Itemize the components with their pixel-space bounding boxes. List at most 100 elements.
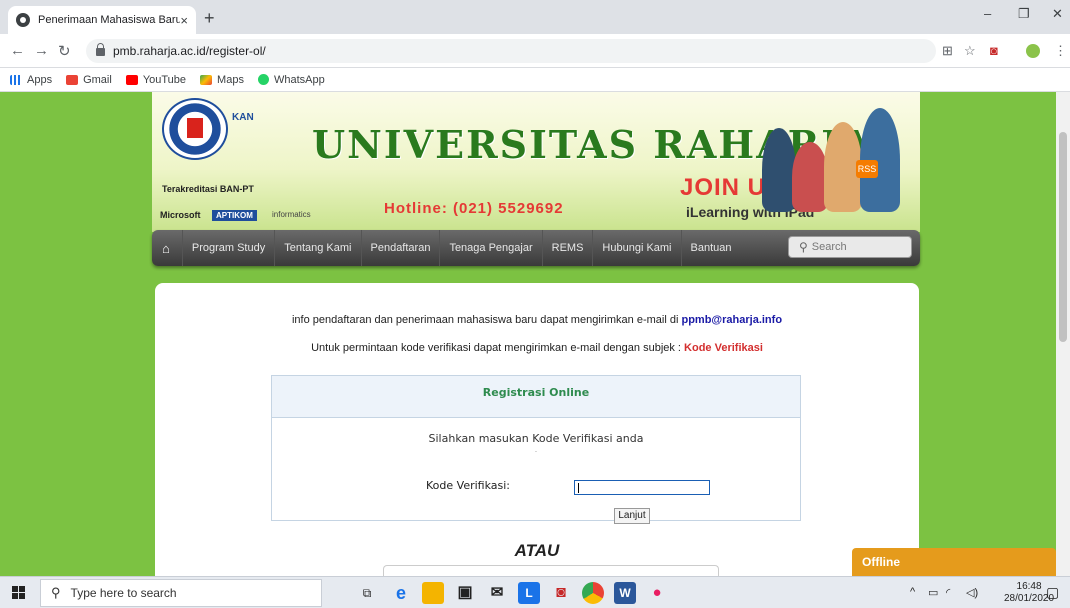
profile-avatar[interactable] xyxy=(1026,44,1040,58)
star-icon[interactable]: ☆ xyxy=(964,43,976,59)
battery-icon[interactable]: ▭ xyxy=(928,586,938,599)
scrollbar-thumb[interactable] xyxy=(1059,132,1067,342)
browser-tab[interactable]: Penerimaan Mahasiswa Baru × xyxy=(8,6,196,34)
verification-subject: Kode Verifikasi xyxy=(684,342,763,354)
aptikom-logo: APTIKOM xyxy=(212,210,257,221)
verification-code-label: Kode Verifikasi: xyxy=(426,479,510,492)
notification-icon[interactable]: ▢ xyxy=(1046,584,1059,601)
taskbar-search-placeholder: Type here to search xyxy=(70,586,177,600)
maps-pin-icon[interactable]: ● xyxy=(646,582,668,604)
nav-hubungi-kami[interactable]: Hubungi Kami xyxy=(592,230,680,266)
rss-icon[interactable]: RSS xyxy=(856,160,878,178)
address-toolbar: ← → ↻ pmb.raharja.ac.id/register-ol/ ⊞ ☆… xyxy=(0,34,1070,68)
forward-icon[interactable]: → xyxy=(34,42,49,59)
accreditation-badges: KAN xyxy=(232,112,254,123)
informatics-logo: informatics xyxy=(272,210,311,219)
url-text: pmb.raharja.ac.id/register-ol/ xyxy=(113,44,266,58)
browser-tab-bar: Penerimaan Mahasiswa Baru × + – ❐ ✕ xyxy=(0,0,1070,34)
file-explorer-icon[interactable] xyxy=(422,582,444,604)
bookmark-label: Apps xyxy=(27,73,53,86)
verification-info-text: Untuk permintaan kode verifikasi dapat m… xyxy=(155,342,919,354)
nav-pendaftaran[interactable]: Pendaftaran xyxy=(360,230,440,266)
pocket-icon[interactable]: ◙ xyxy=(550,582,572,604)
windows-start-icon[interactable] xyxy=(12,586,26,600)
tab-close-icon[interactable]: × xyxy=(180,13,188,28)
site-search-input[interactable]: ⚲ Search xyxy=(788,236,912,258)
windows-taskbar: ⚲ Type here to search ⧉ e ▣ ✉ L ◙ W ● ^ … xyxy=(0,576,1070,608)
network-icon[interactable]: ◜ xyxy=(946,586,950,599)
pocket-extension-icon[interactable]: ◙ xyxy=(990,43,998,58)
minimize-button[interactable]: – xyxy=(984,6,991,21)
tab-title: Penerimaan Mahasiswa Baru xyxy=(38,14,181,26)
globe-icon xyxy=(16,13,30,27)
main-content-card: info pendaftaran dan penerimaan mahasisw… xyxy=(155,283,919,576)
nav-bantuan[interactable]: Bantuan xyxy=(680,230,741,266)
bookmark-gmail[interactable]: Gmail xyxy=(66,74,112,86)
address-bar[interactable]: pmb.raharja.ac.id/register-ol/ xyxy=(86,39,936,63)
page-viewport: KAN Terakreditasi BAN-PT Microsoft APTIK… xyxy=(0,92,1070,576)
apps-grid-icon xyxy=(10,74,22,85)
close-window-button[interactable]: ✕ xyxy=(1052,6,1063,22)
search-placeholder: Search xyxy=(811,241,847,253)
registration-instruction: Silahkan masukan Kode Verifikasi anda xyxy=(428,432,644,445)
alternative-box xyxy=(383,565,719,576)
back-icon[interactable]: ← xyxy=(10,42,25,59)
page-scrollbar[interactable] xyxy=(1056,92,1070,576)
new-tab-button[interactable]: + xyxy=(204,8,215,29)
bookmark-label: Maps xyxy=(217,73,244,86)
task-view-icon[interactable]: ⧉ xyxy=(356,582,378,604)
university-logo[interactable] xyxy=(162,98,228,160)
bookmark-youtube[interactable]: YouTube xyxy=(125,73,187,86)
verification-info-label: Untuk permintaan kode verifikasi dapat m… xyxy=(311,342,685,354)
bookmark-label: Gmail xyxy=(83,73,112,86)
store-icon[interactable]: ▣ xyxy=(454,582,476,604)
mail-icon[interactable]: ✉ xyxy=(486,582,508,604)
registration-title: Registrasi Online xyxy=(272,376,800,418)
taskbar-search-input[interactable]: ⚲ Type here to search xyxy=(40,579,322,607)
youtube-icon xyxy=(125,74,138,85)
bookmark-whatsapp[interactable]: WhatsApp xyxy=(257,73,325,86)
nav-program-study[interactable]: Program Study xyxy=(181,230,274,266)
word-icon[interactable]: W xyxy=(614,582,636,604)
nav-tentang-kami[interactable]: Tentang Kami xyxy=(274,230,360,266)
app-l-icon[interactable]: L xyxy=(518,582,540,604)
menu-kebab-icon[interactable]: ⋮ xyxy=(1054,43,1067,59)
volume-icon[interactable]: ◁) xyxy=(966,586,978,599)
email-info-label: info pendaftaran dan penerimaan mahasisw… xyxy=(291,314,682,326)
or-divider: ATAU xyxy=(514,541,560,560)
search-icon: ⚲ xyxy=(51,585,61,600)
accreditation-text: Terakreditasi BAN-PT xyxy=(162,184,254,194)
maps-icon xyxy=(200,74,213,85)
registration-dot: . xyxy=(534,445,538,454)
bookmark-apps[interactable]: Apps xyxy=(10,74,52,86)
verification-code-input[interactable] xyxy=(574,480,710,495)
whatsapp-icon xyxy=(257,74,269,85)
chrome-icon[interactable] xyxy=(582,582,604,604)
lock-icon xyxy=(96,43,105,56)
bookmark-maps[interactable]: Maps xyxy=(200,74,244,86)
bookmarks-bar: Apps Gmail YouTube Maps WhatsApp xyxy=(0,68,1070,92)
bookmark-label: WhatsApp xyxy=(273,73,325,86)
microsoft-logo: Microsoft xyxy=(160,210,201,220)
chevron-up-icon[interactable]: ^ xyxy=(910,586,915,598)
site-banner: KAN Terakreditasi BAN-PT Microsoft APTIK… xyxy=(152,92,920,232)
chat-widget[interactable]: Offline xyxy=(852,548,1056,576)
lanjut-button[interactable]: Lanjut xyxy=(614,508,650,524)
students-photo xyxy=(762,100,912,212)
search-icon: ⚲ xyxy=(799,240,808,254)
chat-status: Offline xyxy=(862,555,900,569)
bookmark-label: YouTube xyxy=(142,73,187,86)
email-info-text: info pendaftaran dan penerimaan mahasisw… xyxy=(155,314,919,326)
main-nav: ⌂ Program Study Tentang Kami Pendaftaran… xyxy=(152,230,920,266)
hotline-text: Hotline: (021) 5529692 xyxy=(384,200,564,217)
home-icon[interactable]: ⌂ xyxy=(162,241,170,256)
translate-icon[interactable]: ⊞ xyxy=(942,43,953,59)
email-link[interactable]: ppmb@raharja.info xyxy=(681,314,782,326)
gmail-icon xyxy=(66,74,79,85)
edge-icon[interactable]: e xyxy=(390,582,412,604)
nav-tenaga-pengajar[interactable]: Tenaga Pengajar xyxy=(439,230,541,266)
registration-form: Registrasi Online Silahkan masukan Kode … xyxy=(271,375,801,524)
restore-button[interactable]: ❐ xyxy=(1018,6,1030,22)
nav-rems[interactable]: REMS xyxy=(541,230,593,266)
reload-icon[interactable]: ↻ xyxy=(58,42,71,60)
